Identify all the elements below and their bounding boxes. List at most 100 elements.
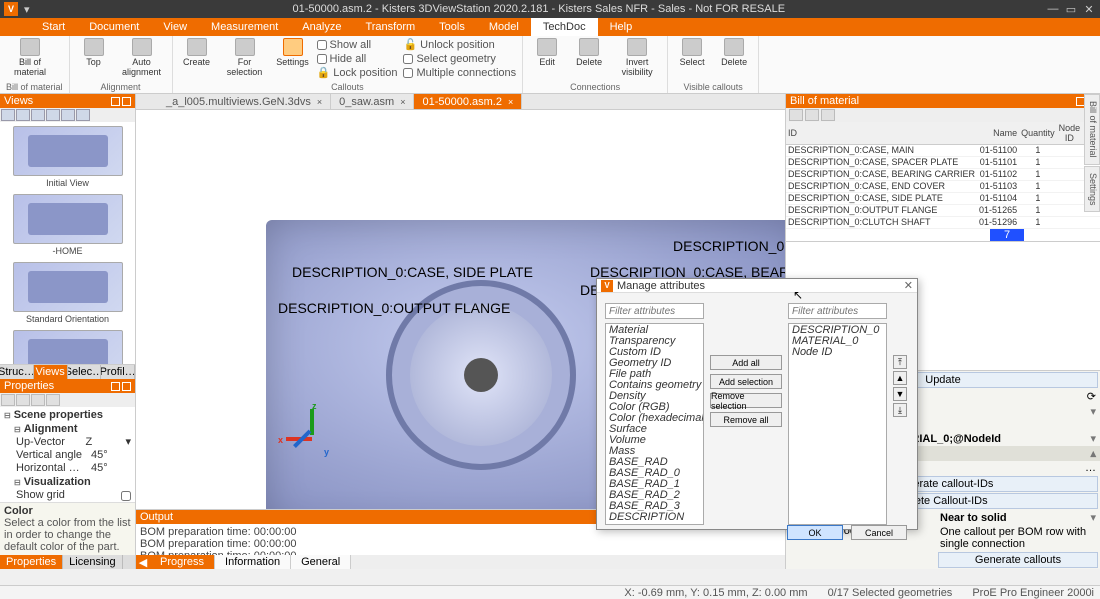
visualization-section[interactable]: Visualization xyxy=(4,475,131,489)
unlock-position-checkbox[interactable]: 🔓Unlock position xyxy=(403,38,516,52)
tab-views[interactable]: Views xyxy=(34,365,68,379)
view-thumbnail[interactable]: Standard Orientation xyxy=(0,258,135,326)
minimize-button[interactable]: — xyxy=(1046,3,1060,15)
delete-visible-button[interactable]: Delete xyxy=(716,38,752,68)
output-tab-prev[interactable]: ◀ xyxy=(136,555,150,569)
views-tool-button[interactable] xyxy=(16,109,30,121)
close-tab-icon[interactable]: × xyxy=(400,97,405,107)
opt-near-to-solid[interactable]: Near to solid▾ xyxy=(936,510,1100,525)
opt-one-callout-row[interactable]: One callout per BOM row with single conn… xyxy=(936,525,1100,551)
prop-show-grid[interactable]: Show grid xyxy=(4,489,131,502)
bom-col-node[interactable]: Node ID xyxy=(1057,122,1083,145)
add-all-button[interactable]: Add all xyxy=(710,355,782,370)
remove-selection-button[interactable]: Remove selection xyxy=(710,393,782,408)
output-tab-progress[interactable]: Progress xyxy=(150,555,215,569)
ribbon-tab-tools[interactable]: Tools xyxy=(427,18,477,36)
ribbon-tab-model[interactable]: Model xyxy=(477,18,531,36)
document-tab[interactable]: _a_l005.multiviews.GeN.3dvs× xyxy=(158,94,331,109)
view-thumbnail[interactable]: Initial View xyxy=(0,122,135,190)
views-tool-button[interactable] xyxy=(31,109,45,121)
ribbon-tab-help[interactable]: Help xyxy=(598,18,645,36)
bom-tool-button[interactable] xyxy=(821,109,835,121)
select-visible-button[interactable]: Select xyxy=(674,38,710,68)
ribbon-tab-techdoc[interactable]: TechDoc xyxy=(531,18,598,36)
tab-selection[interactable]: Selec… xyxy=(68,365,102,379)
bom-qty-total-selected[interactable]: 7 xyxy=(990,229,1024,241)
top-alignment-button[interactable]: Top xyxy=(76,38,112,68)
bom-row[interactable]: DESCRIPTION_0:CASE, MAIN01-511001CASE, M… xyxy=(786,145,1100,157)
ribbon-tab-analyze[interactable]: Analyze xyxy=(290,18,353,36)
alignment-section[interactable]: Alignment xyxy=(4,422,131,436)
output-tab-general[interactable]: General xyxy=(291,555,351,569)
callout-label[interactable]: DESCRIPTION_0:CASE, END COV xyxy=(673,238,785,254)
bom-panel-header[interactable]: Bill of material xyxy=(786,94,1100,108)
views-panel-header[interactable]: Views xyxy=(0,94,135,108)
ribbon-tab-start[interactable]: Start xyxy=(30,18,77,36)
bom-button[interactable]: Bill of material xyxy=(6,38,54,78)
prop-up-vector[interactable]: Up-VectorZ▾ xyxy=(4,436,131,449)
for-selection-button[interactable]: For selection xyxy=(221,38,269,78)
close-tab-icon[interactable]: × xyxy=(508,97,513,107)
hide-all-checkbox[interactable]: Hide all xyxy=(317,52,398,66)
remove-all-button[interactable]: Remove all xyxy=(710,412,782,427)
prop-vertical-angle[interactable]: Vertical angle45° xyxy=(4,449,131,462)
views-tool-button[interactable] xyxy=(1,109,15,121)
attribute-item[interactable]: DESCRIPTION xyxy=(607,512,702,523)
props-tool-button[interactable] xyxy=(46,394,60,406)
bom-row[interactable]: DESCRIPTION_0:CLUTCH SHAFT01-512961CLUTC… xyxy=(786,217,1100,229)
close-button[interactable]: ✕ xyxy=(1082,3,1096,16)
props-tool-button[interactable] xyxy=(1,394,15,406)
attribute-item[interactable]: Node ID xyxy=(790,347,885,358)
move-down-button[interactable]: ▼ xyxy=(893,387,907,401)
view-thumbnail[interactable]: -HOME xyxy=(0,190,135,258)
move-top-button[interactable]: ⤒ xyxy=(893,355,907,369)
quick-access-dropdown[interactable]: ▾ xyxy=(24,3,30,16)
ribbon-tab-document[interactable]: Document xyxy=(77,18,151,36)
ok-button[interactable]: OK xyxy=(787,525,843,540)
create-callout-button[interactable]: Create xyxy=(179,38,215,68)
tab-profile[interactable]: Profil… xyxy=(101,365,135,379)
tab-licensing[interactable]: Licensing xyxy=(63,555,122,569)
scene-properties-head[interactable]: Scene properties xyxy=(4,408,131,422)
dialog-close-button[interactable]: ✕ xyxy=(904,279,913,292)
bom-col-id[interactable]: ID xyxy=(786,122,977,145)
tab-properties[interactable]: Properties xyxy=(0,555,63,569)
edge-tab-settings[interactable]: Settings xyxy=(1084,166,1100,213)
manage-attributes-dialog[interactable]: V Manage attributes ✕ MaterialTransparen… xyxy=(596,278,918,530)
move-up-button[interactable]: ▲ xyxy=(893,371,907,385)
generate-callouts-button[interactable]: Generate callouts xyxy=(938,552,1098,568)
bom-tool-button[interactable] xyxy=(805,109,819,121)
select-geometry-checkbox[interactable]: Select geometry xyxy=(403,52,516,66)
views-tool-button[interactable] xyxy=(46,109,60,121)
available-attributes-list[interactable]: MaterialTransparencyCustom IDGeometry ID… xyxy=(605,323,704,525)
dialog-title-bar[interactable]: V Manage attributes ✕ xyxy=(597,279,917,293)
move-bottom-button[interactable]: ⤓ xyxy=(893,403,907,417)
edit-connection-button[interactable]: Edit xyxy=(529,38,565,68)
ribbon-tab-measurement[interactable]: Measurement xyxy=(199,18,290,36)
bom-row[interactable]: DESCRIPTION_0:CASE, SIDE PLATE01-511041C… xyxy=(786,193,1100,205)
filter-available-input[interactable] xyxy=(605,303,704,319)
settings-button[interactable]: Settings xyxy=(275,38,311,68)
refresh-icon[interactable]: ⟳ xyxy=(1087,390,1096,403)
properties-panel-header[interactable]: Properties xyxy=(0,379,135,393)
document-tab[interactable]: 0_saw.asm× xyxy=(331,94,414,109)
props-tool-button[interactable] xyxy=(31,394,45,406)
bom-row[interactable]: DESCRIPTION_0:CASE, BEARING CARRIER01-51… xyxy=(786,169,1100,181)
add-selection-button[interactable]: Add selection xyxy=(710,374,782,389)
selected-attributes-list[interactable]: DESCRIPTION_0MATERIAL_0Node ID xyxy=(788,323,887,525)
prop-horizontal-angle[interactable]: Horizontal …45° xyxy=(4,462,131,475)
bom-table[interactable]: ID Name Quantity Node ID DESCRIPTION_0 D… xyxy=(786,122,1100,242)
bom-tool-button[interactable] xyxy=(789,109,803,121)
bom-row[interactable]: DESCRIPTION_0:OUTPUT FLANGE01-512651OUTP… xyxy=(786,205,1100,217)
bom-row[interactable]: DESCRIPTION_0:CASE, SPACER PLATE01-51101… xyxy=(786,157,1100,169)
lock-position-checkbox[interactable]: 🔒Lock position xyxy=(317,66,398,80)
props-tool-button[interactable] xyxy=(16,394,30,406)
maximize-button[interactable]: ▭ xyxy=(1064,3,1078,16)
invert-visibility-button[interactable]: Invert visibility xyxy=(613,38,661,78)
document-tab-active[interactable]: 01-50000.asm.2× xyxy=(414,94,522,109)
bom-col-name[interactable]: Name xyxy=(977,122,1019,145)
close-tab-icon[interactable]: × xyxy=(317,97,322,107)
delete-connection-button[interactable]: Delete xyxy=(571,38,607,68)
axis-triad[interactable]: z x y xyxy=(286,409,336,459)
ribbon-tab-transform[interactable]: Transform xyxy=(353,18,427,36)
